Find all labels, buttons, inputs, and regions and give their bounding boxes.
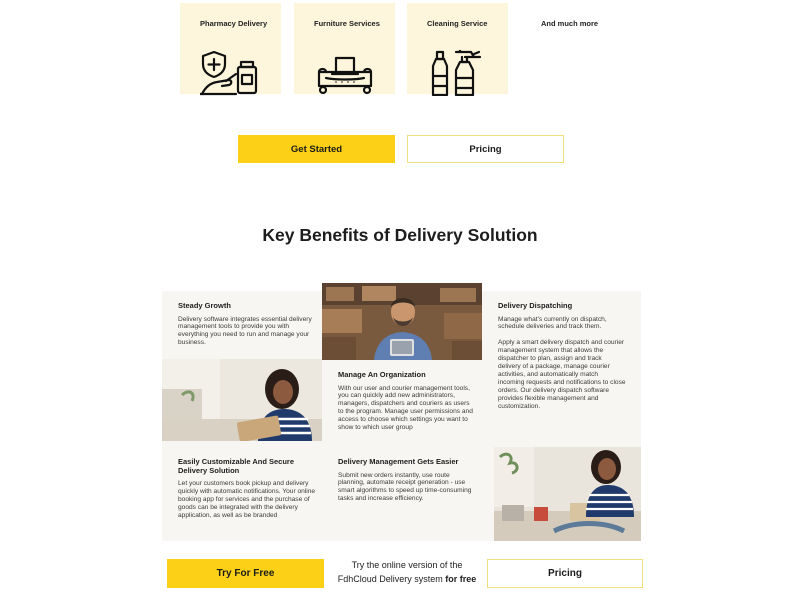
service-card-furniture[interactable]: Furniture Services [294, 3, 395, 95]
photo-woman-with-laptop-floor [494, 447, 641, 541]
photo-woman-with-laptop [162, 359, 322, 441]
get-started-button[interactable]: Get Started [238, 135, 395, 163]
benefit-steady-growth: Steady Growth Delivery software integrat… [178, 301, 316, 347]
benefit-text: Let your customers book pickup and deliv… [178, 480, 316, 519]
promo-line-1: Try the online version of the [351, 560, 463, 570]
pricing-button-bottom[interactable]: Pricing [487, 559, 643, 588]
cleaning-bottles-icon [427, 48, 489, 101]
pharmacy-icon [198, 50, 262, 101]
promo-text: Try the online version of the FdhCloud D… [327, 559, 487, 586]
benefit-text: With our user and courier management too… [338, 384, 473, 432]
benefit-text: Submit new orders instantly, use route p… [338, 471, 472, 503]
service-card-label: Pharmacy Delivery [200, 19, 268, 28]
benefits-heading: Key Benefits of Delivery Solution [262, 225, 538, 245]
benefit-customizable-secure: Easily Customizable And Secure Delivery … [178, 457, 318, 520]
pricing-button-top[interactable]: Pricing [407, 135, 564, 163]
promo-product-name: FdhCloud Delivery system [337, 573, 443, 584]
benefit-title: Easily Customizable And Secure Delivery … [178, 457, 295, 475]
sofa-icon [314, 50, 376, 101]
service-card-pharmacy[interactable]: Pharmacy Delivery [180, 3, 281, 96]
benefit-manage-organization: Manage An Organization With our user and… [338, 370, 474, 432]
service-card-cleaning[interactable]: Cleaning Service [407, 3, 508, 97]
photo-man-with-tablet [322, 283, 482, 360]
try-for-free-button[interactable]: Try For Free [167, 559, 324, 588]
service-card-label: Cleaning Service [427, 19, 488, 28]
service-card-label: Furniture Services [314, 19, 380, 28]
benefit-title: Delivery Management Gets Easier [338, 457, 459, 466]
benefit-text: Delivery software integrates essential d… [178, 315, 312, 347]
benefit-title: Steady Growth [178, 301, 231, 310]
benefit-text: Manage what's currently on dispatch, sch… [498, 315, 607, 331]
promo-bold-text: for free [445, 573, 477, 584]
benefit-text: Apply a smart delivery dispatch and cour… [498, 339, 626, 410]
promo-line-2: FdhCloud Delivery system for free [327, 573, 487, 587]
benefit-management-easier: Delivery Management Gets Easier Submit n… [338, 457, 474, 503]
and-much-more-label: And much more [541, 19, 599, 28]
benefit-title: Delivery Dispatching [498, 301, 573, 310]
benefit-delivery-dispatching: Delivery Dispatching Manage what's curre… [498, 301, 626, 410]
benefit-title: Manage An Organization [338, 370, 426, 379]
